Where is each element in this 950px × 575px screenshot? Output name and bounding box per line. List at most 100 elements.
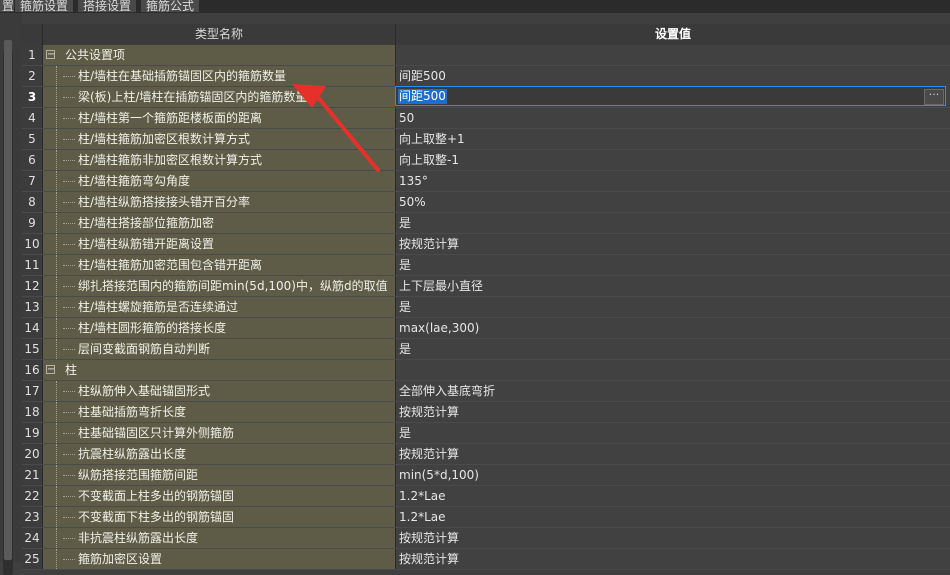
setting-value-cell[interactable]: 上下层最小直径 [396, 276, 950, 296]
type-name-label: 绑扎搭接范围内的箍筋间距min(5d,100)中，纵筋d的取值 [78, 279, 388, 293]
group-row[interactable]: 16− 柱 [22, 360, 950, 381]
table-row[interactable]: 2 柱/墙柱在基础插筋锚固区内的箍筋数量 间距500 [22, 66, 950, 87]
table-row[interactable]: 10 柱/墙柱纵筋错开距离设置 按规范计算 [22, 234, 950, 255]
value-editor-input[interactable]: 间距500 ··· [395, 86, 946, 106]
setting-value-cell[interactable]: 是 [396, 213, 950, 233]
selected-text[interactable]: 间距500 [398, 89, 447, 104]
table-row[interactable]: 18 柱基础插筋弯折长度 按规范计算 [22, 402, 950, 423]
table-row[interactable]: 23 不变截面下柱多出的钢筋锚固 1.2*Lae [22, 507, 950, 528]
setting-value-cell[interactable]: 按规范计算 [396, 234, 950, 254]
header-type-name[interactable]: 类型名称 [43, 24, 396, 45]
type-name-cell[interactable]: 柱/墙柱箍筋弯勾角度 [43, 171, 396, 191]
type-name-cell[interactable]: 柱/墙柱箍筋加密范围包含错开距离 [43, 255, 396, 275]
type-name-cell[interactable]: 梁(板)上柱/墙柱在插筋锚固区内的箍筋数量 [43, 87, 396, 107]
table-row[interactable]: 12 绑扎搭接范围内的箍筋间距min(5d,100)中，纵筋d的取值 上下层最小直径 [22, 276, 950, 297]
tree-line [56, 276, 57, 296]
tree-branch [63, 349, 75, 350]
scrollbar-thumb[interactable] [4, 40, 12, 560]
row-number: 21 [22, 465, 43, 485]
type-name-cell[interactable]: 柱/墙柱箍筋非加密区根数计算方式 [43, 150, 396, 170]
type-name-cell[interactable]: 纵筋搭接范围箍筋间距 [43, 465, 396, 485]
group-row[interactable]: 1− 公共设置项 [22, 45, 950, 66]
setting-value-cell[interactable]: max(lae,300) [396, 318, 950, 338]
table-row[interactable]: 19 柱基础锚固区只计算外侧箍筋 是 [22, 423, 950, 444]
type-name-label: 纵筋搭接范围箍筋间距 [78, 468, 199, 482]
setting-value-cell[interactable]: 向上取整-1 [396, 150, 950, 170]
tab-partial[interactable]: 置 [0, 0, 15, 12]
type-name-cell[interactable]: 柱/墙柱纵筋错开距离设置 [43, 234, 396, 254]
type-name-cell[interactable]: 抗震柱纵筋露出长度 [43, 444, 396, 464]
setting-value-cell[interactable]: 50% [396, 192, 950, 212]
table-row[interactable]: 6 柱/墙柱箍筋非加密区根数计算方式 向上取整-1 [22, 150, 950, 171]
type-name-cell[interactable]: 柱基础插筋弯折长度 [43, 402, 396, 422]
setting-value-cell[interactable]: 向上取整+1 [396, 129, 950, 149]
table-row[interactable]: 9 柱/墙柱搭接部位箍筋加密 是 [22, 213, 950, 234]
table-row[interactable]: 11 柱/墙柱箍筋加密范围包含错开距离 是 [22, 255, 950, 276]
table-row[interactable]: 17 柱纵筋伸入基础锚固形式 全部伸入基底弯折 [22, 381, 950, 402]
table-row[interactable]: 14 柱/墙柱圆形箍筋的搭接长度 max(lae,300) [22, 318, 950, 339]
type-name-cell[interactable]: 柱/墙柱箍筋加密区根数计算方式 [43, 129, 396, 149]
table-row[interactable]: 4 柱/墙柱第一个箍筋距楼板面的距离 50 [22, 108, 950, 129]
setting-value-cell[interactable]: 是 [396, 423, 950, 443]
setting-value-cell[interactable]: 是 [396, 339, 950, 359]
type-name-cell[interactable]: 柱/墙柱第一个箍筋距楼板面的距离 [43, 108, 396, 128]
type-name-cell[interactable]: 不变截面上柱多出的钢筋锚固 [43, 486, 396, 506]
setting-value-cell[interactable]: 是 [396, 297, 950, 317]
ellipsis-button[interactable]: ··· [924, 89, 944, 105]
header-setting-value[interactable]: 设置值 [396, 24, 950, 45]
type-name-cell[interactable]: 柱/墙柱搭接部位箍筋加密 [43, 213, 396, 233]
type-name-cell[interactable]: 非抗震柱纵筋露出长度 [43, 528, 396, 548]
tree-branch [63, 244, 75, 245]
type-name-cell[interactable]: 绑扎搭接范围内的箍筋间距min(5d,100)中，纵筋d的取值 [43, 276, 396, 296]
collapse-icon[interactable]: − [46, 50, 55, 60]
settings-grid: 类型名称 设置值 1− 公共设置项 2 柱/墙柱在基础插筋锚固区内的箍筋数量 间距500… [22, 24, 950, 570]
type-name-cell[interactable]: 柱纵筋伸入基础锚固形式 [43, 381, 396, 401]
collapse-icon[interactable]: − [46, 365, 55, 375]
type-name-cell[interactable]: 不变截面下柱多出的钢筋锚固 [43, 507, 396, 527]
table-row[interactable]: 24 非抗震柱纵筋露出长度 按规范计算 [22, 528, 950, 549]
type-name-cell[interactable]: 柱基础锚固区只计算外侧箍筋 [43, 423, 396, 443]
setting-value-cell[interactable]: 按规范计算 [396, 549, 950, 569]
setting-value-cell[interactable]: 间距500 [396, 66, 950, 86]
tree-line [56, 255, 57, 275]
table-row[interactable]: 5 柱/墙柱箍筋加密区根数计算方式 向上取整+1 [22, 129, 950, 150]
setting-value-label: 是 [399, 426, 412, 440]
setting-value-cell[interactable]: 1.2*Lae [396, 486, 950, 506]
table-row[interactable]: 13 柱/墙柱螺旋箍筋是否连续通过 是 [22, 297, 950, 318]
type-name-cell[interactable]: 箍筋加密区设置 [43, 549, 396, 569]
setting-value-label: 间距500 [399, 69, 446, 83]
table-row[interactable]: 7 柱/墙柱箍筋弯勾角度 135° [22, 171, 950, 192]
tab-lap-settings[interactable]: 搭接设置 [78, 0, 138, 12]
setting-value-cell[interactable]: 按规范计算 [396, 528, 950, 548]
setting-value-cell[interactable]: 按规范计算 [396, 444, 950, 464]
setting-value-cell[interactable] [396, 360, 950, 380]
table-row[interactable]: 8 柱/墙柱纵筋搭接接头错开百分率 50% [22, 192, 950, 213]
table-row[interactable]: 22 不变截面上柱多出的钢筋锚固 1.2*Lae [22, 486, 950, 507]
setting-value-cell[interactable]: 135° [396, 171, 950, 191]
type-name-cell[interactable]: − 公共设置项 [43, 45, 396, 65]
setting-value-cell[interactable]: min(5*d,100) [396, 465, 950, 485]
table-row[interactable]: 20 抗震柱纵筋露出长度 按规范计算 [22, 444, 950, 465]
type-name-cell[interactable]: − 柱 [43, 360, 396, 380]
table-row[interactable]: 21 纵筋搭接范围箍筋间距 min(5*d,100) [22, 465, 950, 486]
setting-value-cell[interactable]: 按规范计算 [396, 402, 950, 422]
setting-value-cell[interactable]: 是 [396, 255, 950, 275]
setting-value-cell[interactable]: 全部伸入基底弯折 [396, 381, 950, 401]
row-number: 18 [22, 402, 43, 422]
table-row[interactable]: 3 梁(板)上柱/墙柱在插筋锚固区内的箍筋数量 间距500 ··· [22, 86, 950, 108]
setting-value-label: 按规范计算 [399, 447, 460, 461]
table-row[interactable]: 15 层间变截面钢筋自动判断 是 [22, 339, 950, 360]
type-name-cell[interactable]: 柱/墙柱圆形箍筋的搭接长度 [43, 318, 396, 338]
type-name-cell[interactable]: 层间变截面钢筋自动判断 [43, 339, 396, 359]
tab-stirrup-settings[interactable]: 箍筋设置 [15, 0, 75, 12]
row-number: 3 [22, 87, 43, 107]
table-row[interactable]: 25 箍筋加密区设置 按规范计算 [22, 549, 950, 570]
type-name-cell[interactable]: 柱/墙柱在基础插筋锚固区内的箍筋数量 [43, 66, 396, 86]
type-name-cell[interactable]: 柱/墙柱纵筋搭接接头错开百分率 [43, 192, 396, 212]
type-name-cell[interactable]: 柱/墙柱螺旋箍筋是否连续通过 [43, 297, 396, 317]
grid-header: 类型名称 设置值 [22, 24, 950, 45]
setting-value-cell[interactable] [396, 45, 950, 65]
setting-value-cell[interactable]: 50 [396, 108, 950, 128]
tab-stirrup-formula[interactable]: 箍筋公式 [141, 0, 201, 12]
setting-value-cell[interactable]: 1.2*Lae [396, 507, 950, 527]
